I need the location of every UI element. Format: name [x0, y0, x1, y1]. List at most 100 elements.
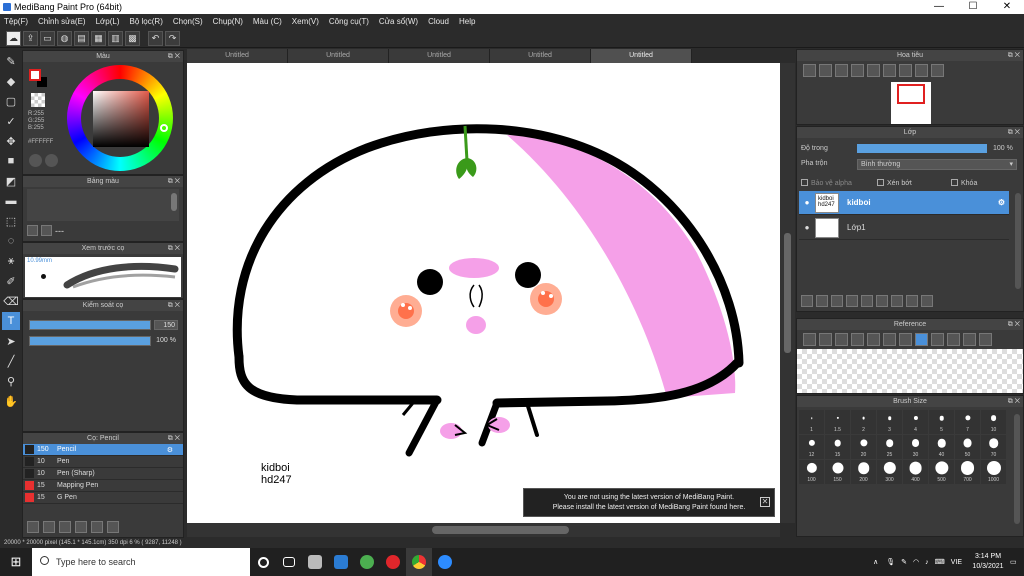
folder-icon[interactable]: [876, 295, 888, 307]
view-rectangle[interactable]: [897, 84, 925, 104]
new-layer-icon[interactable]: [801, 295, 813, 307]
brush-size-cell[interactable]: 100: [799, 460, 824, 484]
scroll-thumb[interactable]: [432, 526, 569, 534]
open-folder-icon[interactable]: [819, 333, 832, 346]
brush-size-cell[interactable]: 30: [903, 435, 928, 459]
brush-list-item[interactable]: 150 Pencil ⚙: [23, 444, 183, 456]
brush-size-cell[interactable]: 1000: [981, 460, 1006, 484]
cortana-icon[interactable]: [250, 548, 276, 576]
chevron-up-icon[interactable]: ∧: [873, 558, 878, 566]
select-pen-icon[interactable]: ✐: [2, 272, 20, 290]
page-list-icon[interactable]: ▥: [108, 30, 123, 46]
clipping-checkbox[interactable]: Xén bớt: [877, 179, 912, 187]
brush-size-cell[interactable]: 3: [877, 410, 902, 434]
zoom-out-icon[interactable]: [883, 333, 896, 346]
brush-list-item[interactable]: 10 Pen: [23, 456, 183, 468]
coccoc-icon[interactable]: [354, 548, 380, 576]
visibility-icon[interactable]: ●: [799, 223, 815, 232]
brush-size-cell[interactable]: 15: [825, 435, 850, 459]
layer-opacity-slider[interactable]: [857, 144, 987, 153]
brush-settings-icon[interactable]: [75, 521, 87, 533]
panel-controls[interactable]: ⧉ ✕: [1008, 50, 1020, 61]
new-8bit-layer-icon[interactable]: [831, 295, 843, 307]
cloud-icon[interactable]: [803, 333, 816, 346]
pen-workspace-icon[interactable]: ✎: [901, 558, 907, 566]
panel-controls[interactable]: ⧉ ✕: [168, 51, 180, 62]
comic-panel-icon[interactable]: ▤: [74, 30, 89, 46]
panel-controls[interactable]: ⧉ ✕: [168, 176, 180, 187]
brush-size-cell[interactable]: 500: [929, 460, 954, 484]
eraser-tool-icon[interactable]: ◆: [2, 72, 20, 90]
panel-controls[interactable]: ⧉ ✕: [1008, 127, 1020, 138]
duplicate-layer-icon[interactable]: [891, 295, 903, 307]
document-tab[interactable]: Untitled: [389, 49, 490, 63]
lasso-tool-icon[interactable]: ◌: [2, 232, 20, 250]
select-eraser-icon[interactable]: ⌫: [2, 292, 20, 310]
hand-tool-icon[interactable]: ✋: [2, 392, 20, 410]
windows-start-icon[interactable]: ⊞: [0, 548, 32, 576]
mail-icon[interactable]: [328, 548, 354, 576]
language-indicator[interactable]: VIE: [951, 559, 962, 566]
reference-image-area[interactable]: [797, 349, 1023, 393]
reset-rotation-icon[interactable]: [899, 64, 912, 77]
brush-list-item[interactable]: 15 Mapping Pen: [23, 480, 183, 492]
protect-alpha-checkbox[interactable]: Bảo vệ alpha: [801, 179, 852, 187]
foreground-color-swatch[interactable]: [29, 69, 41, 81]
rotate-right-icon[interactable]: [963, 333, 976, 346]
brush-size-cell[interactable]: 700: [955, 460, 980, 484]
blend-mode-select[interactable]: Bình thường ▾: [857, 159, 1017, 170]
notification-icon[interactable]: ▭: [1010, 558, 1024, 566]
brush-list-item[interactable]: 10 Pen (Sharp): [23, 468, 183, 480]
gear-icon[interactable]: ⚙: [998, 198, 1005, 207]
add-layer-menu-icon[interactable]: [861, 295, 873, 307]
divide-tool-icon[interactable]: ╱: [2, 352, 20, 370]
menu-view[interactable]: Xem(V): [292, 17, 319, 26]
gear-icon[interactable]: ⚙: [167, 446, 173, 454]
menu-cloud[interactable]: Cloud: [428, 17, 449, 26]
fit-icon[interactable]: [867, 333, 880, 346]
redo-icon[interactable]: ↷: [165, 30, 180, 46]
close-icon[interactable]: [835, 333, 848, 346]
drawing-canvas[interactable]: kidboi hd247: [187, 63, 780, 523]
shape-tool-icon[interactable]: ■: [2, 152, 20, 170]
fit-icon[interactable]: [835, 64, 848, 77]
menu-tools[interactable]: Công cụ(T): [329, 17, 369, 26]
color-history-icon[interactable]: [45, 154, 58, 167]
menu-help[interactable]: Help: [459, 17, 475, 26]
brush-size-cell[interactable]: 200: [851, 460, 876, 484]
zoom-out-icon[interactable]: [819, 64, 832, 77]
brush-size-cell[interactable]: 20: [851, 435, 876, 459]
bucket-tool-icon[interactable]: ◩: [2, 172, 20, 190]
hue-marker[interactable]: [160, 124, 168, 132]
delete-palette-icon[interactable]: [41, 225, 52, 236]
task-view-icon[interactable]: [276, 548, 302, 576]
dot-tool-icon[interactable]: ▢: [2, 92, 20, 110]
new-palette-icon[interactable]: [27, 225, 38, 236]
page-layout-icon[interactable]: ▦: [91, 30, 106, 46]
saturation-square[interactable]: [93, 91, 149, 147]
copy-brush-icon[interactable]: [91, 521, 103, 533]
menu-file[interactable]: Tệp(F): [4, 17, 28, 26]
eyedropper-icon[interactable]: ⚲: [2, 372, 20, 390]
brush-list-item[interactable]: 15 G Pen: [23, 492, 183, 504]
transparent-swatch[interactable]: [31, 93, 45, 107]
layer-row[interactable]: ● Lớp1: [799, 216, 1009, 240]
brush-size-cell[interactable]: 4: [903, 410, 928, 434]
scrollbar[interactable]: [171, 193, 177, 211]
reset-rotation-icon[interactable]: [947, 333, 960, 346]
brush-size-cell[interactable]: 400: [903, 460, 928, 484]
rotate-right-icon[interactable]: [915, 64, 928, 77]
move-tool-icon[interactable]: ✥: [2, 132, 20, 150]
keyboard-icon[interactable]: ⌨: [935, 558, 945, 566]
brush-size-cell[interactable]: 25: [877, 435, 902, 459]
delete-layer-icon[interactable]: [921, 295, 933, 307]
update-notice[interactable]: You are not using the latest version of …: [523, 488, 775, 517]
minimize-button[interactable]: —: [922, 0, 956, 14]
layer-row[interactable]: ● kidboi hd247 kidboi ⚙: [799, 191, 1009, 215]
brush-size-cell[interactable]: 12: [799, 435, 824, 459]
brush-size-cell[interactable]: 5: [929, 410, 954, 434]
zoom-in-icon[interactable]: [803, 64, 816, 77]
vertical-scrollbar[interactable]: [780, 63, 795, 523]
grid-icon[interactable]: ▩: [125, 30, 140, 46]
delete-brush-icon[interactable]: [107, 521, 119, 533]
